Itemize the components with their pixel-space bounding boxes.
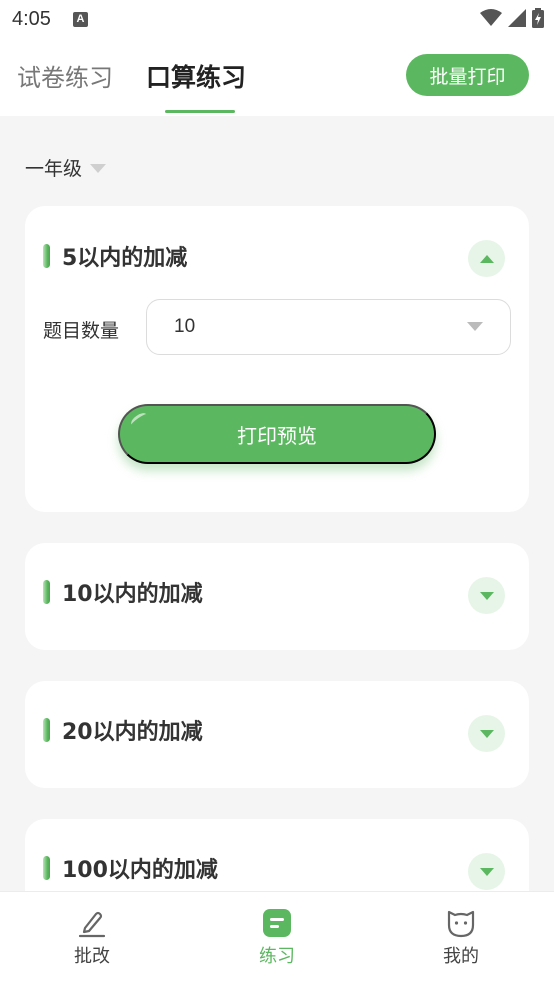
bottom-nav: 批改 练习 我的 [0, 891, 554, 984]
nav-item-mine[interactable]: 我的 [411, 908, 511, 968]
triangle-down-icon [479, 729, 494, 738]
practice-icon [263, 909, 291, 937]
nav-item-grading[interactable]: 批改 [42, 908, 142, 968]
card-header: 10以内的加减 [43, 576, 203, 608]
expand-button[interactable] [468, 577, 505, 614]
status-time: 4:05 [12, 7, 51, 30]
card-header: 20以内的加减 [43, 714, 203, 746]
caret-down-icon [467, 322, 483, 331]
exercise-card: 5以内的加减 题目数量 10 打印预览 [25, 206, 529, 512]
profile-face-icon [447, 910, 475, 938]
print-preview-button[interactable]: 打印预览 [118, 404, 436, 464]
tab-oral-practice[interactable]: 口算练习 [146, 58, 246, 94]
triangle-up-icon [479, 254, 494, 263]
triangle-down-icon [479, 591, 494, 600]
exercise-card[interactable]: 10以内的加减 [25, 543, 529, 650]
status-bar: 4:05 A [0, 0, 554, 38]
title-accent-bar [43, 856, 50, 880]
expand-button[interactable] [468, 853, 505, 890]
pencil-icon [78, 911, 106, 938]
caret-down-icon [90, 164, 107, 173]
battery-icon [532, 8, 544, 28]
tab-exam-practice[interactable]: 试卷练习 [17, 58, 113, 93]
print-preview-label: 打印预览 [237, 425, 317, 448]
triangle-down-icon [479, 867, 494, 876]
button-highlight [129, 410, 149, 429]
card-header[interactable]: 5以内的加减 [43, 240, 187, 272]
card-header: 100以内的加减 [43, 852, 218, 884]
collapse-button[interactable] [468, 240, 505, 277]
card-title: 100以内的加减 [62, 858, 218, 883]
title-accent-bar [43, 718, 50, 742]
wifi-icon [480, 9, 502, 26]
exercise-card[interactable]: 20以内的加减 [25, 681, 529, 788]
batch-print-button[interactable]: 批量打印 [406, 54, 529, 96]
grade-selector[interactable]: 一年级 [25, 154, 107, 181]
card-title: 10以内的加减 [62, 582, 203, 607]
quantity-label: 题目数量 [43, 320, 120, 342]
quantity-value: 10 [174, 316, 196, 337]
active-tab-indicator [165, 110, 235, 113]
nav-label: 练习 [259, 946, 295, 967]
expand-button[interactable] [468, 715, 505, 752]
title-accent-bar [43, 580, 50, 604]
notification-icon: A [72, 11, 88, 27]
status-icons [480, 8, 544, 28]
card-title: 20以内的加减 [62, 720, 203, 745]
nav-label: 批改 [74, 946, 110, 967]
top-header: 试卷练习 口算练习 批量打印 [0, 38, 554, 116]
quantity-dropdown[interactable]: 10 [146, 299, 511, 355]
grade-value: 一年级 [25, 158, 83, 180]
nav-label: 我的 [443, 946, 479, 967]
signal-icon [508, 9, 526, 27]
title-accent-bar [43, 244, 50, 268]
nav-item-practice[interactable]: 练习 [227, 908, 327, 968]
card-title: 5以内的加减 [62, 246, 188, 271]
